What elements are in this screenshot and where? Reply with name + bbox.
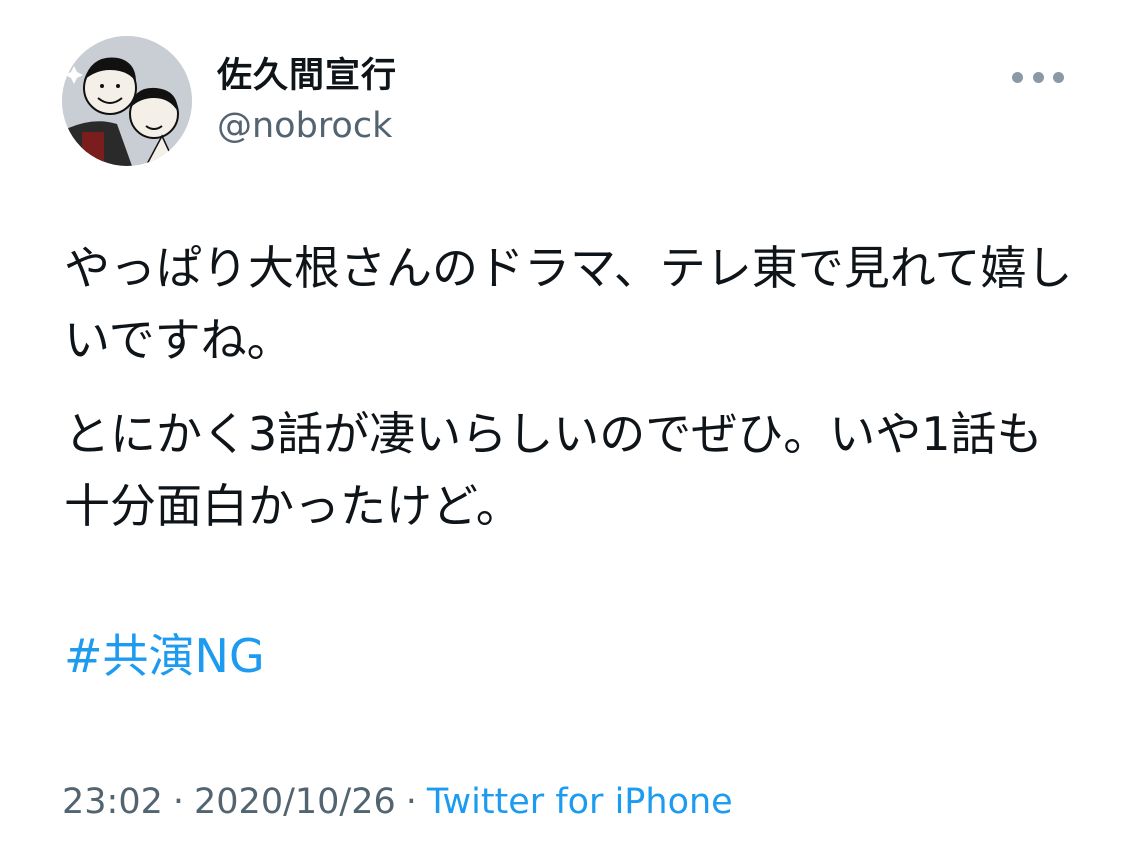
separator: · [405,782,417,822]
tweet-time[interactable]: 23:02 [62,782,163,822]
avatar[interactable] [62,36,192,166]
dot [1053,71,1064,83]
author-info[interactable]: 佐久間宣行 @nobrock [217,54,397,148]
tweet-paragraph: とにかく3話が凄いらしいのでぜひ。いや1話も十分面白かったけど。 [64,407,1043,533]
avatar-illustration [62,36,192,166]
user-handle[interactable]: @nobrock [217,104,397,148]
tweet-text: やっぱり大根さんのドラマ、テレ東で見れて嬉しいですね。 とにかく3話が凄いらしい… [64,232,1074,564]
tweet-metadata: 23:02 · 2020/10/26 · Twitter for iPhone [62,778,733,826]
hashtag-link[interactable]: #共演NG [64,620,265,692]
separator: · [172,782,185,822]
source-link[interactable]: Twitter for iPhone [427,782,733,822]
dot [1012,71,1023,83]
dot [1032,71,1044,83]
tweet-paragraph: やっぱり大根さんのドラマ、テレ東で見れて嬉しいですね。 [64,241,1073,367]
tweet-date[interactable]: 2020/10/26 [194,782,396,822]
display-name[interactable]: 佐久間宣行 [217,54,397,98]
more-options-icon[interactable] [1012,62,1064,92]
tweet-card: 佐久間宣行 @nobrock やっぱり大根さんのドラマ、テレ東で見れて嬉しいです… [0,0,1125,865]
